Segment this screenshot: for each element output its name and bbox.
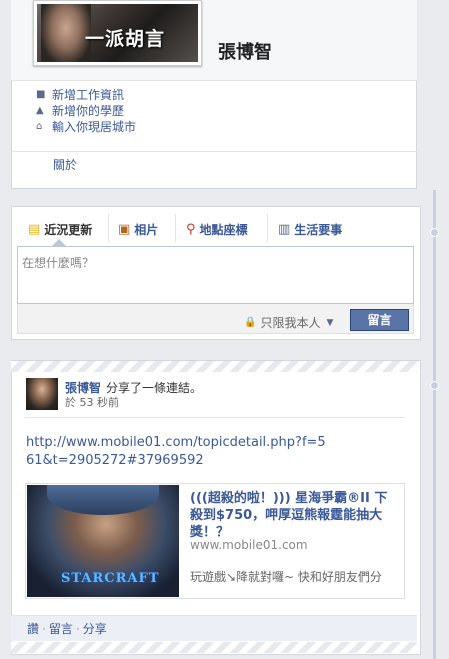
separator-dot: · [42, 622, 46, 636]
profile-picture-caption: 一派胡言 [85, 28, 166, 50]
privacy-label: 只限我本人 [260, 316, 321, 330]
add-city-link[interactable]: ⌂ 輸入你現居城市 [36, 118, 136, 135]
add-work-link[interactable]: ■ 新增工作資訊 [36, 86, 124, 103]
post-button[interactable]: 留言 [350, 309, 409, 331]
share-link[interactable]: 分享 [83, 622, 107, 636]
separator-dot: · [75, 622, 80, 636]
tab-status[interactable]: ▤ 近況更新 [28, 220, 92, 238]
lock-icon: 🔒 [244, 317, 257, 328]
story-actions: 讚 · 留言 · 分享 [27, 620, 107, 637]
tab-place[interactable]: ⚲ 地點座標 [186, 220, 248, 238]
life-event-icon: ▥ [278, 221, 291, 237]
about-link[interactable]: 關於 [53, 156, 77, 173]
profile-name[interactable]: 張博智 [218, 38, 272, 64]
helmet-shape [47, 485, 159, 515]
briefcase-icon: ■ [36, 88, 46, 100]
add-work-label: 新增工作資訊 [52, 88, 125, 102]
link-preview-image[interactable]: STARCRAFT [27, 485, 179, 597]
link-preview-domain: www.mobile01.com [190, 538, 308, 552]
divider [25, 417, 405, 418]
add-city-label: 輸入你現居城市 [52, 120, 137, 134]
story-timestamp[interactable]: 於 53 秒前 [65, 394, 119, 410]
tab-life-event-label: 生活要事 [294, 222, 343, 237]
add-education-link[interactable]: ▲ 新增你的學歷 [36, 102, 124, 119]
story-top-stripes [11, 361, 417, 372]
graduation-cap-icon: ▲ [36, 104, 44, 116]
timeline-spine [433, 190, 436, 659]
like-link[interactable]: 讚 [27, 622, 39, 636]
chevron-down-icon: ▼ [326, 317, 334, 328]
house-icon: ⌂ [36, 120, 43, 132]
link-preview-title[interactable]: (((超殺的啦！))) 星海爭霸®II 下殺到$750，呷厚逗熊報霆能抽大獎！？ [190, 490, 395, 541]
tab-separator [267, 214, 268, 242]
active-tab-pointer [52, 239, 66, 246]
shared-url-link[interactable]: http://www.mobile01.com/topicdetail.php?… [26, 434, 326, 470]
add-education-label: 新增你的學歷 [52, 104, 125, 118]
tab-separator [175, 214, 176, 242]
comment-link[interactable]: 留言 [49, 622, 73, 636]
privacy-selector[interactable]: 🔒 只限我本人 ▼ [244, 314, 333, 331]
photo-icon: ▣ [118, 221, 131, 237]
timeline-dot [430, 228, 439, 237]
tab-place-label: 地點座標 [199, 222, 248, 237]
divider [11, 151, 417, 152]
tab-photo[interactable]: ▣ 相片 [118, 220, 158, 238]
avatar[interactable] [26, 378, 58, 410]
status-icon: ▤ [28, 221, 41, 237]
tab-status-label: 近況更新 [44, 222, 93, 237]
link-preview-description: 玩遊戲↘降就對囉~ 快和好朋友們分 [190, 570, 382, 584]
tab-photo-label: 相片 [134, 222, 159, 237]
status-placeholder: 在想什麼嗎？ [22, 256, 95, 270]
profile-photo-face [41, 4, 91, 62]
starcraft-logo: STARCRAFT [61, 571, 160, 586]
profile-picture[interactable]: 一派胡言 [33, 0, 202, 66]
tab-life-event[interactable]: ▥ 生活要事 [278, 220, 342, 238]
tab-separator [108, 214, 109, 242]
place-icon: ⚲ [186, 221, 196, 237]
timeline-dot [430, 381, 439, 390]
story-action-text: 分享了一條連結。 [106, 381, 203, 395]
story-bottom-stripes [11, 642, 417, 653]
